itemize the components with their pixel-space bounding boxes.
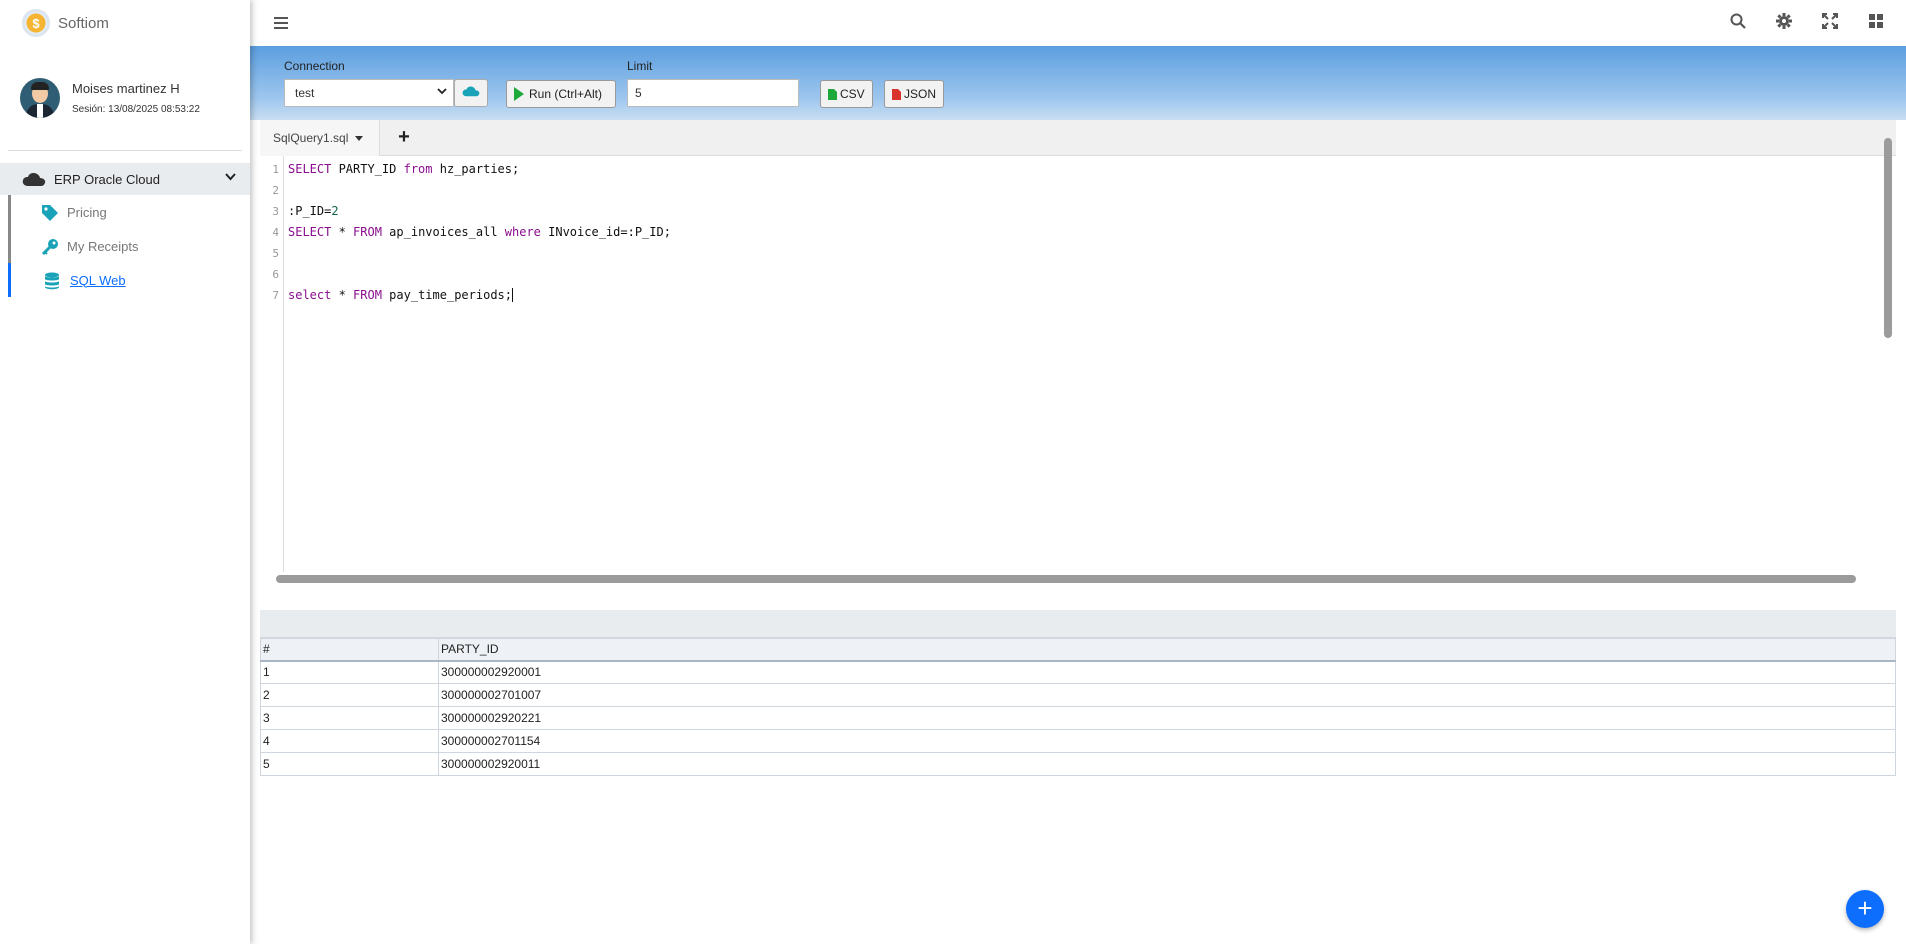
code-line: SELECT * FROM ap_invoices_all where INvo…: [288, 225, 671, 239]
brand-name: Softiom: [58, 14, 109, 32]
table-row[interactable]: 1 300000002920001: [260, 660, 1896, 684]
cloud-connect-button[interactable]: [454, 79, 488, 107]
csv-label: CSV: [840, 87, 865, 101]
user-panel: Moises martinez H Sesión: 13/08/2025 08:…: [0, 46, 250, 132]
line-number: 4: [272, 226, 279, 239]
tab-label: SqlQuery1.sql: [273, 131, 349, 145]
code-editor[interactable]: 1 2 3 4 5 6 7 SELECT PARTY_ID from hz_pa…: [260, 156, 1870, 572]
connection-select[interactable]: test: [284, 79, 454, 107]
chevron-down-icon: [437, 86, 447, 98]
cloud-icon: [22, 172, 46, 186]
sidebar-group-erp-oracle-cloud[interactable]: ERP Oracle Cloud: [0, 163, 250, 195]
table-cell: 300000002920221: [438, 706, 1896, 730]
export-json-button[interactable]: JSON: [884, 80, 945, 108]
tab-sqlquery1[interactable]: SqlQuery1.sql: [260, 120, 380, 156]
json-label: JSON: [904, 87, 937, 101]
sidebar-item-label: My Receipts: [67, 238, 139, 254]
connection-label: Connection: [284, 59, 345, 73]
sidebar-submenu: Pricing My Receipts SQL Web: [8, 195, 250, 297]
line-number: 5: [272, 247, 279, 260]
line-number: 7: [272, 289, 279, 302]
table-cell: 300000002920001: [438, 660, 1896, 684]
file-json-icon: [892, 88, 901, 100]
avatar: [20, 78, 60, 118]
run-button-label: Run (Ctrl+Alt): [529, 87, 603, 101]
sidebar-item-label: Pricing: [67, 204, 107, 220]
line-number: 1: [272, 163, 279, 176]
sql-editor: SqlQuery1.sql + 1 2 3 4 5 6 7 SELECT PAR…: [260, 120, 1896, 600]
table-row[interactable]: 2 300000002701007: [260, 683, 1896, 707]
results-panel: # PARTY_ID 1 300000002920001 2 300000002…: [260, 610, 1896, 776]
brand[interactable]: $ Softiom: [0, 0, 250, 46]
export-csv-button[interactable]: CSV: [820, 80, 873, 108]
table-cell: 300000002701007: [438, 683, 1896, 707]
table-cell: 5: [260, 752, 439, 776]
limit-label: Limit: [627, 59, 653, 73]
editor-horizontal-scrollbar[interactable]: [260, 572, 1882, 586]
editor-vertical-scrollbar[interactable]: [1882, 126, 1892, 586]
table-row[interactable]: 3 300000002920221: [260, 706, 1896, 730]
sidebar-item-label: SQL Web: [70, 272, 126, 288]
main-content: Connection test Run (Ctrl+Alt) Limit 5 C…: [250, 46, 1906, 944]
sidebar-divider: [8, 150, 242, 151]
sidebar-item-sql-web[interactable]: SQL Web: [8, 263, 250, 297]
file-csv-icon: [828, 88, 837, 100]
session-timestamp: Sesión: 13/08/2025 08:53:22: [72, 104, 200, 115]
search-icon[interactable]: [1730, 13, 1746, 29]
tag-icon: [41, 204, 58, 221]
sidebar-item-my-receipts[interactable]: My Receipts: [11, 229, 250, 263]
column-header[interactable]: #: [260, 638, 439, 662]
database-icon: [44, 272, 60, 290]
code-line: SELECT PARTY_ID from hz_parties;: [288, 162, 520, 176]
gear-icon[interactable]: [1776, 13, 1792, 29]
sidebar: $ Softiom Moises martinez H Sesión: 13/0…: [0, 0, 250, 944]
chevron-down-icon[interactable]: [225, 172, 236, 184]
code-line: select * FROM pay_time_periods;: [288, 288, 513, 302]
connection-value: test: [295, 86, 315, 100]
caret-down-icon: [354, 136, 363, 142]
floating-add-button[interactable]: +: [1846, 890, 1884, 928]
play-icon: [514, 87, 524, 101]
user-name: Moises martinez H: [72, 81, 180, 96]
table-header-row: # PARTY_ID: [260, 638, 1896, 662]
grid-icon[interactable]: [1868, 13, 1884, 29]
line-number: 3: [272, 205, 279, 218]
sidebar-item-pricing[interactable]: Pricing: [11, 195, 250, 229]
line-number: 6: [272, 268, 279, 281]
code-line: :P_ID=2: [288, 204, 339, 218]
table-cell: 300000002920011: [438, 752, 1896, 776]
line-number: 2: [272, 184, 279, 197]
cloud-icon: [462, 84, 480, 102]
table-cell: 3: [260, 706, 439, 730]
add-tab-button[interactable]: +: [384, 120, 424, 156]
hamburger-menu-icon[interactable]: [274, 17, 288, 29]
limit-input[interactable]: 5: [627, 79, 799, 107]
app-root: $ Softiom Moises martinez H Sesión: 13/0…: [0, 0, 1906, 944]
table-cell: 4: [260, 729, 439, 753]
topbar: [250, 0, 1906, 46]
line-number-gutter: 1 2 3 4 5 6 7: [260, 156, 284, 572]
table-cell: 300000002701154: [438, 729, 1896, 753]
table-row[interactable]: 5 300000002920011: [260, 752, 1896, 776]
key-icon: [41, 238, 58, 256]
run-button[interactable]: Run (Ctrl+Alt): [506, 80, 616, 108]
results-table: # PARTY_ID 1 300000002920001 2 300000002…: [260, 638, 1896, 776]
table-row[interactable]: 4 300000002701154: [260, 729, 1896, 753]
table-cell: 1: [260, 660, 439, 684]
results-header-bar: [260, 610, 1896, 638]
query-toolbar: Connection test Run (Ctrl+Alt) Limit 5 C…: [250, 46, 1906, 120]
column-header[interactable]: PARTY_ID: [438, 638, 1896, 662]
table-cell: 2: [260, 683, 439, 707]
brand-logo-icon: $: [22, 9, 50, 37]
editor-tabs: SqlQuery1.sql +: [260, 120, 1896, 156]
fullscreen-icon[interactable]: [1822, 13, 1838, 29]
sidebar-group-label: ERP Oracle Cloud: [54, 171, 160, 187]
